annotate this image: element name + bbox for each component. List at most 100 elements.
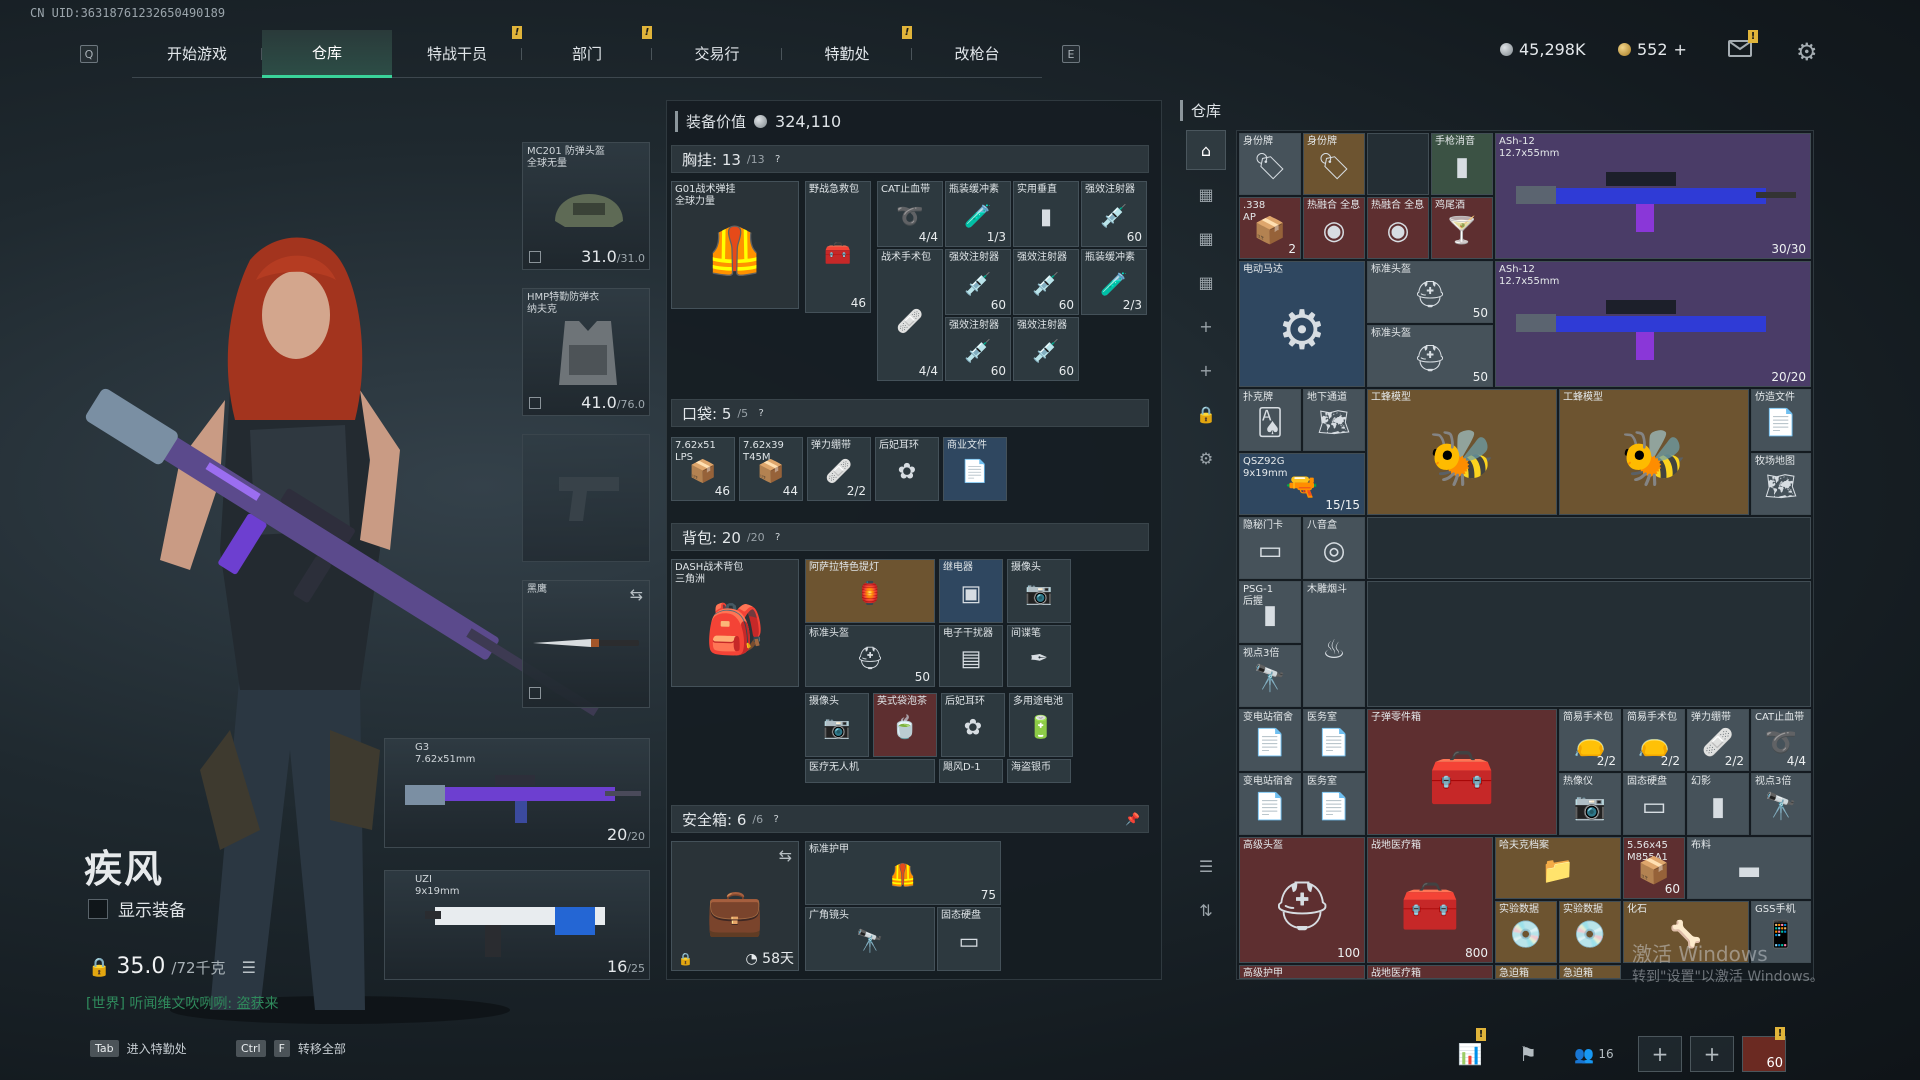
wh-item[interactable]: 工蜂模型 🐝 [1367,389,1557,515]
inv-item[interactable]: 标准护甲 🦺 75 [805,841,1001,905]
add-party-slot-icon[interactable]: + [1690,1036,1734,1072]
swap-icon[interactable]: ⇆ [779,846,792,865]
wh-item[interactable]: QSZ92G 9x19mm 🔫 15/15 [1239,453,1365,515]
armor-slot[interactable]: HMP特勤防弹衣 纳夫克 41.0/76.0 [522,288,650,416]
inv-item[interactable]: 多用途电池 🔋 [1009,693,1073,757]
add-storage-icon[interactable]: + [1186,350,1226,390]
storage-tab-4-icon[interactable]: ▦ [1186,262,1226,302]
mail-icon[interactable]: ! [1728,30,1758,57]
inv-item[interactable]: 强效注射器 💉 60 [1013,317,1079,381]
wh-item[interactable]: 手枪消音 ▮ [1431,133,1493,195]
secondary-weapon-slot[interactable]: UZI 9x19mm 16/25 [384,870,650,980]
inv-item[interactable]: 7.62x39 T45M 📦 44 [739,437,803,501]
inv-item[interactable]: 标准头盔 ⛑ 50 [805,625,935,687]
wh-item[interactable]: 医务室 📄 [1303,709,1365,771]
wh-item[interactable]: 标准头盔 ⛑ 50 [1367,261,1493,323]
helmet-slot[interactable]: MC201 防弹头盔 全球无量 31.0/31.0 [522,142,650,270]
wh-item[interactable]: 战地医疗箱 [1367,965,1493,979]
wh-item[interactable]: 哈夫克档案 📁 [1495,837,1621,899]
wh-item[interactable]: 5.56x45 M855A1 📦 60 [1623,837,1685,899]
add-storage-icon[interactable]: + [1186,306,1226,346]
help-icon[interactable]: ? [754,406,768,420]
pin-icon[interactable]: 📌 [1125,812,1140,826]
sort-icon[interactable]: ⇅ [1186,890,1226,930]
storage-tab-icon[interactable]: ⌂ [1186,130,1226,170]
tab-trade[interactable]: 交易行 [652,30,782,78]
wh-item[interactable]: 身份牌 🏷 [1239,133,1301,195]
gear-icon[interactable]: ⚙ [1796,38,1818,66]
wh-item[interactable]: 高级头盔 ⛑ 100 [1239,837,1365,963]
wh-item[interactable]: 布料 ▬ [1687,837,1811,899]
chest-rig-slot[interactable]: G01战术弹挂 全球力量 🦺 [671,181,799,309]
add-party-slot-icon[interactable]: + [1638,1036,1682,1072]
backpack-slot[interactable]: DASH战术背包 三角洲 🎒 [671,559,799,687]
wh-item[interactable]: 八音盒 ◎ [1303,517,1365,579]
wh-item[interactable]: 变电站宿舍 📄 [1239,709,1301,771]
wh-item[interactable]: 简易手术包 👝 2/2 [1559,709,1621,771]
wh-item[interactable]: 身份牌 🏷 [1303,133,1365,195]
list-icon[interactable]: ☰ [242,958,256,977]
inv-item[interactable]: 弹力绷带 🩹 2/2 [807,437,871,501]
wh-item[interactable]: 扑克牌 🂡 [1239,389,1301,451]
inv-item[interactable]: 瓶装缓冲素 🧪 1/3 [945,181,1011,247]
primary-weapon-slot[interactable]: G3 7.62x51mm 20/20 [384,738,650,848]
wh-item[interactable]: 医务室 📄 [1303,773,1365,835]
inv-item[interactable]: CAT止血带 ➰ 4/4 [877,181,943,247]
wh-item[interactable]: ASh-12 12.7x55mm 20/20 [1495,261,1811,387]
inv-item[interactable]: 7.62x51 LPS 📦 46 [671,437,735,501]
wh-item[interactable]: .338 AP 📦 2 [1239,197,1301,259]
wh-item[interactable]: ASh-12 12.7x55mm 30/30 [1495,133,1811,259]
wh-item[interactable]: 简易手术包 👝 2/2 [1623,709,1685,771]
layers-icon[interactable]: ☰ [1186,846,1226,886]
help-icon[interactable]: ? [771,152,785,166]
inv-item[interactable]: 海盗银币 [1007,759,1071,783]
wh-item[interactable]: 急迫箱 [1495,965,1557,979]
inv-item[interactable]: 间谍笔 ✒ [1007,625,1071,687]
wh-item[interactable]: 实验数据 💿 [1559,901,1621,963]
wh-item[interactable]: 视点3倍 🔭 [1751,773,1811,835]
tab-warehouse[interactable]: 仓库 [262,30,392,78]
inv-item[interactable]: 后妃耳环 ✿ [875,437,939,501]
swap-icon[interactable]: ⇆ [630,585,643,604]
help-icon[interactable]: ? [771,530,785,544]
pistol-slot[interactable] [522,434,650,562]
tab-department[interactable]: 部门! [522,26,652,78]
add-ticket-button[interactable]: + [1674,40,1687,59]
inv-item[interactable]: 野战急救包 🧰 46 [805,181,871,313]
inv-item[interactable]: 实用垂直 ▮ [1013,181,1079,247]
wh-item[interactable]: 视点3倍 🔭 [1239,645,1301,707]
help-icon[interactable]: ? [769,812,783,826]
inv-item[interactable]: 强效注射器 💉 60 [945,249,1011,315]
next-tab-key[interactable]: E [1062,45,1080,63]
flag-icon[interactable]: ⚑ [1506,1036,1550,1072]
show-gear-toggle[interactable]: 显示装备 [88,896,186,921]
inv-item[interactable]: 摄像头 📷 [1007,559,1071,623]
settings-icon[interactable]: ⚙ [1186,438,1226,478]
player-avatar[interactable]: 60 ! [1742,1027,1786,1072]
inv-item[interactable]: 广角镜头 🔭 [805,907,935,971]
wh-item[interactable]: 牧场地图 🗺 [1751,453,1811,515]
wh-item[interactable]: 幻影 ▮ [1687,773,1749,835]
inv-item[interactable]: 固态硬盘 ▭ [937,907,1001,971]
wh-item[interactable]: 弹力绷带 🩹 2/2 [1687,709,1749,771]
wh-item[interactable]: 工蜂模型 🐝 [1559,389,1749,515]
inv-item[interactable]: 继电器 ▣ [939,559,1003,623]
wh-item[interactable]: 高级护甲 [1239,965,1365,979]
storage-tab-3-icon[interactable]: ▦ [1186,218,1226,258]
tab-start-game[interactable]: 开始游戏 [132,30,262,78]
wh-item[interactable]: 鸡尾酒 🍸 [1431,197,1493,259]
inv-item[interactable]: 飓风D-1 [939,759,1003,783]
inv-item[interactable]: 瓶装缓冲素 🧪 2/3 [1081,249,1147,315]
ticket-balance[interactable]: 552 + [1618,40,1687,59]
storage-tab-2-icon[interactable]: ▦ [1186,174,1226,214]
wh-item[interactable]: 仿造文件 📄 [1751,389,1811,451]
wh-item[interactable]: 热融合 全息 ◉ [1367,197,1429,259]
melee-slot[interactable]: 黑鹰 ⇆ [522,580,650,708]
inv-item[interactable]: 电子干扰器 ▤ [939,625,1003,687]
wh-item[interactable]: 实验数据 💿 [1495,901,1557,963]
wh-item[interactable]: 固态硬盘 ▭ [1623,773,1685,835]
wh-item[interactable]: 地下通道 🗺 [1303,389,1365,451]
wh-item[interactable]: 热融合 全息 ◉ [1303,197,1365,259]
inv-item[interactable]: 医疗无人机 [805,759,935,783]
wh-item[interactable]: 标准头盔 ⛑ 50 [1367,325,1493,387]
